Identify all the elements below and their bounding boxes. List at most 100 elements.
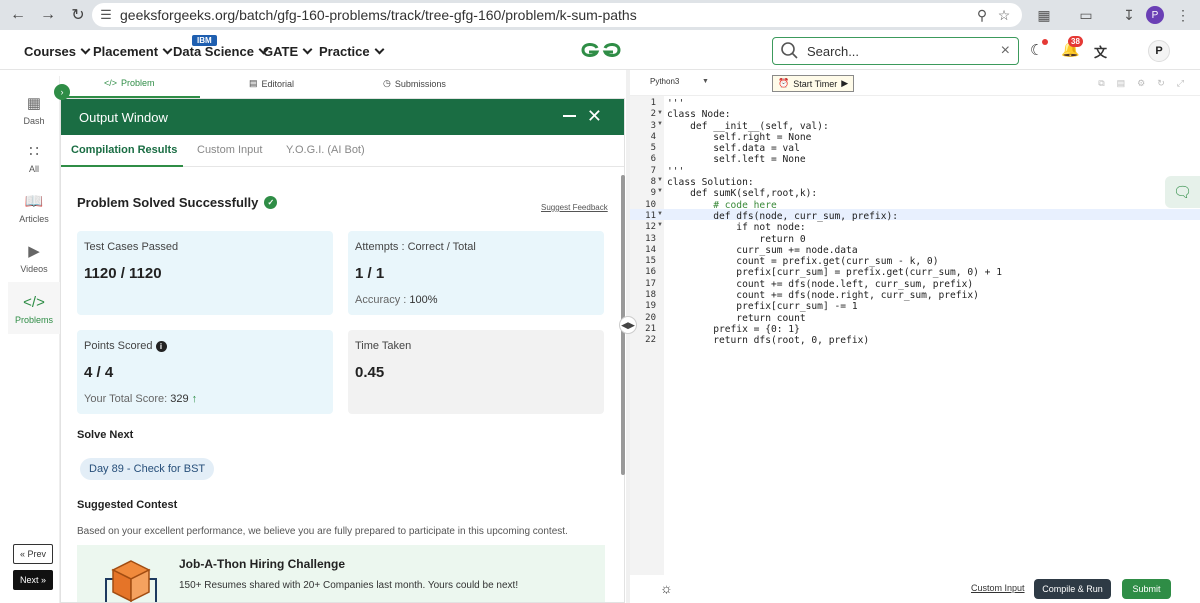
code-editor[interactable]: ''' class Node: def __init__(self, val): … <box>667 98 1002 347</box>
code-line[interactable]: def dfs(node, curr_sum, prefix): <box>667 211 1002 222</box>
tab-problem[interactable]: </> Problem <box>104 78 155 88</box>
code-line[interactable]: def __init__(self, val): <box>667 121 1002 132</box>
user-avatar[interactable]: P <box>1148 40 1170 62</box>
code-line[interactable]: class Solution: <box>667 177 1002 188</box>
sidebar-item-problems[interactable]: </> Problems <box>8 282 60 334</box>
fold-icon[interactable]: ▼ <box>657 211 663 217</box>
tab-compilation-results[interactable]: Compilation Results <box>71 144 177 156</box>
code-line[interactable]: return count <box>667 313 1002 324</box>
dark-mode-icon[interactable]: ☾ <box>1030 41 1043 59</box>
solve-next-chip[interactable]: Day 89 - Check for BST <box>80 458 215 480</box>
nav-gate[interactable]: GATE <box>263 44 313 59</box>
tab-custom-input[interactable]: Custom Input <box>197 144 262 156</box>
sidebar-item-all[interactable]: ∷ All <box>8 142 60 174</box>
output-window-header: Output Window ✕ <box>61 99 624 135</box>
time-label: Time Taken <box>355 340 412 352</box>
fullscreen-icon[interactable]: ⤢ <box>1177 78 1184 89</box>
code-line[interactable]: count += dfs(node.right, curr_sum, prefi… <box>667 290 1002 301</box>
url-text[interactable]: geeksforgeeks.org/batch/gfg-160-problems… <box>120 7 637 23</box>
line-number: 4 <box>650 131 656 142</box>
code-line[interactable]: count += dfs(node.left, curr_sum, prefix… <box>667 279 1002 290</box>
notification-count: 38 <box>1068 36 1083 47</box>
fold-icon[interactable]: ▼ <box>657 222 663 228</box>
fold-icon[interactable]: ▼ <box>657 121 663 127</box>
code-line[interactable]: prefix[curr_sum] = prefix.get(curr_sum, … <box>667 267 1002 278</box>
code-line[interactable]: def sumK(self,root,k): <box>667 188 1002 199</box>
code-line[interactable]: prefix = {0: 1} <box>667 324 1002 335</box>
contest-description: Based on your excellent performance, we … <box>77 526 568 537</box>
code-line[interactable]: return 0 <box>667 234 1002 245</box>
sidebar-item-dash[interactable]: ▦ Dash <box>8 94 60 126</box>
nav-practice[interactable]: Practice <box>319 44 385 59</box>
code-line[interactable]: count = prefix.get(curr_sum - k, 0) <box>667 256 1002 267</box>
caret-down-icon[interactable]: ▼ <box>702 78 709 85</box>
expand-panel-icon[interactable]: › <box>54 84 70 100</box>
prev-button[interactable]: « Prev <box>13 544 53 564</box>
suggest-feedback-link[interactable]: Suggest Feedback <box>541 203 608 212</box>
translate-icon[interactable]: 文 <box>1094 42 1107 61</box>
download-icon[interactable]: ↧ <box>1118 4 1140 26</box>
output-window: Output Window ✕ Compilation Results Cust… <box>60 98 625 603</box>
chat-icon[interactable]: 🗨 <box>1165 176 1200 208</box>
copy-icon[interactable]: ⧉ <box>1098 78 1104 89</box>
paste-icon[interactable]: ▤ <box>1117 78 1126 89</box>
code-line[interactable]: ''' <box>667 166 1002 177</box>
code-line[interactable]: ''' <box>667 98 1002 109</box>
tab-submissions[interactable]: ◷ Submissions <box>383 78 446 89</box>
tab-editorial[interactable]: ▤ Editorial <box>249 78 294 89</box>
editor-footer: ☼ Custom Input Compile & Run Submit <box>630 575 1200 603</box>
resize-handle-icon[interactable]: ◀▶ <box>619 316 637 334</box>
code-line[interactable]: prefix[curr_sum] -= 1 <box>667 301 1002 312</box>
reset-icon[interactable]: ↻ <box>1157 78 1165 89</box>
forward-icon[interactable]: → <box>36 3 60 27</box>
search-input[interactable]: Search... × <box>772 37 1019 65</box>
next-button[interactable]: Next » <box>13 570 53 590</box>
cast-icon[interactable]: ▭ <box>1075 4 1097 26</box>
back-icon[interactable]: ← <box>6 3 30 27</box>
code-line[interactable]: if not node: <box>667 222 1002 233</box>
nav-courses[interactable]: Courses <box>24 44 91 59</box>
close-icon[interactable]: ✕ <box>587 106 602 127</box>
info-icon[interactable]: i <box>155 341 167 352</box>
browser-menu-icon[interactable]: ⋮ <box>1172 4 1194 26</box>
language-select[interactable]: Python3 <box>650 77 679 86</box>
nav-data-science[interactable]: Data Science <box>173 44 269 59</box>
chevron-down-icon <box>302 44 313 55</box>
lightbulb-icon[interactable]: ☼ <box>660 580 673 596</box>
fold-icon[interactable]: ▼ <box>657 188 663 194</box>
points-card: Points Scored i 4 / 4 Your Total Score: … <box>77 330 333 414</box>
custom-input-link[interactable]: Custom Input <box>971 583 1025 593</box>
code-line[interactable]: curr_sum += node.data <box>667 245 1002 256</box>
sidebar-item-articles[interactable]: 📖 Articles <box>8 192 60 224</box>
nav-placement[interactable]: Placement <box>93 44 173 59</box>
clear-search-icon[interactable]: × <box>1001 42 1010 60</box>
contest-card[interactable]: Job-A-Thon Hiring Challenge 150+ Resumes… <box>77 545 605 602</box>
address-bar[interactable]: ☰ geeksforgeeks.org/batch/gfg-160-proble… <box>92 3 1022 27</box>
total-score-value: 329 <box>170 393 189 405</box>
code-line[interactable]: class Node: <box>667 109 1002 120</box>
compile-run-button[interactable]: Compile & Run <box>1034 579 1111 599</box>
gfg-logo[interactable] <box>579 39 623 61</box>
line-number: 1 <box>650 98 656 108</box>
code-line[interactable]: self.right = None <box>667 132 1002 143</box>
reload-icon[interactable]: ↻ <box>66 3 90 27</box>
sidebar-item-videos[interactable]: ▶ Videos <box>8 242 60 274</box>
fold-icon[interactable]: ▼ <box>657 177 663 183</box>
code-line[interactable]: self.left = None <box>667 154 1002 165</box>
minimize-icon[interactable] <box>563 115 576 117</box>
bookmark-star-icon[interactable]: ☆ <box>994 5 1014 25</box>
tab-yogi-bot[interactable]: Y.O.G.I. (AI Bot) <box>286 144 365 156</box>
zoom-icon[interactable]: ⚲ <box>972 5 992 25</box>
code-line[interactable]: # code here <box>667 200 1002 211</box>
extensions-icon[interactable]: ▦ <box>1033 4 1055 26</box>
site-info-icon[interactable]: ☰ <box>92 7 120 23</box>
settings-icon[interactable]: ⚙ <box>1137 78 1145 89</box>
code-line[interactable]: self.data = val <box>667 143 1002 154</box>
editor-header: Python3 ▼ ⏰ Start Timer ▶ ⧉ ▤ ⚙ ↻ ⤢ <box>630 70 1200 96</box>
browser-profile-avatar[interactable]: P <box>1146 6 1164 24</box>
fold-icon[interactable]: ▼ <box>657 110 663 116</box>
start-timer-button[interactable]: ⏰ Start Timer ▶ <box>772 75 855 92</box>
submit-button[interactable]: Submit <box>1122 579 1171 599</box>
output-window-title: Output Window <box>79 109 168 125</box>
code-line[interactable]: return dfs(root, 0, prefix) <box>667 335 1002 346</box>
